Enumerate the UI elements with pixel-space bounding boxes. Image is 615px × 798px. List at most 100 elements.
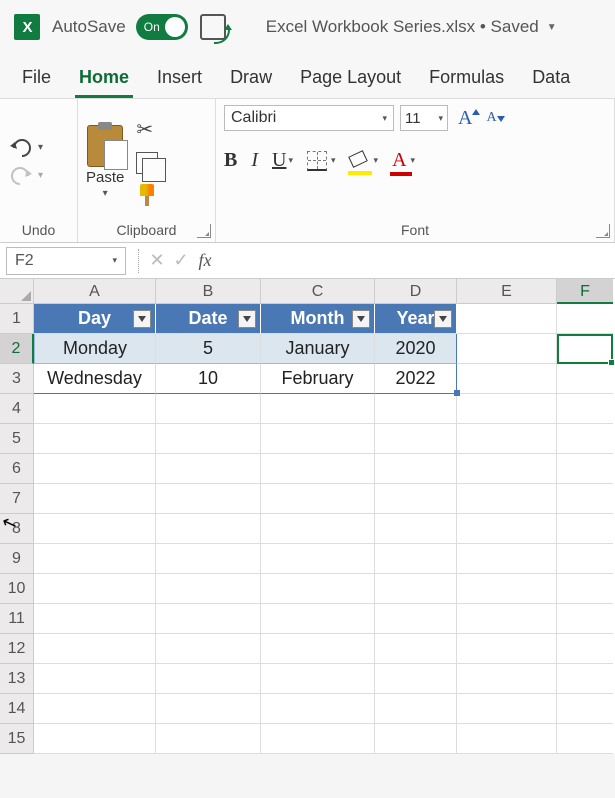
cell[interactable] xyxy=(557,364,613,394)
dialog-launcher-icon[interactable] xyxy=(197,224,211,238)
col-header-D[interactable]: D xyxy=(375,279,457,304)
chevron-down-icon[interactable]: ▾ xyxy=(103,188,108,199)
tab-data[interactable]: Data xyxy=(528,63,574,98)
tab-insert[interactable]: Insert xyxy=(153,63,206,98)
cell[interactable] xyxy=(156,514,261,544)
borders-button[interactable]: ▾ xyxy=(307,151,336,171)
cell[interactable] xyxy=(34,424,156,454)
format-painter-button[interactable] xyxy=(136,184,160,206)
cell-C2[interactable]: January xyxy=(261,334,375,364)
chevron-down-icon[interactable]: ▾ xyxy=(110,255,117,266)
chevron-down-icon[interactable]: ▼ xyxy=(547,22,557,33)
cell[interactable] xyxy=(375,394,457,424)
select-all-corner[interactable] xyxy=(0,279,34,304)
tab-draw[interactable]: Draw xyxy=(226,63,276,98)
cell[interactable] xyxy=(156,544,261,574)
cell[interactable] xyxy=(375,724,457,754)
font-name-combo[interactable]: Calibri ▾ xyxy=(224,105,394,131)
document-title[interactable]: Excel Workbook Series.xlsx • Saved ▼ xyxy=(238,17,601,37)
cell[interactable] xyxy=(457,334,557,364)
cell[interactable] xyxy=(156,664,261,694)
cell[interactable] xyxy=(557,574,613,604)
cell[interactable] xyxy=(375,664,457,694)
cell[interactable] xyxy=(457,364,557,394)
cell[interactable] xyxy=(156,574,261,604)
row-header[interactable]: 3 xyxy=(0,364,34,394)
cell[interactable] xyxy=(557,454,613,484)
cell[interactable] xyxy=(457,484,557,514)
cell-D2[interactable]: 2020 xyxy=(375,334,457,364)
cell[interactable] xyxy=(156,424,261,454)
cell[interactable] xyxy=(375,514,457,544)
name-box[interactable]: F2 ▾ xyxy=(6,247,126,275)
cell[interactable] xyxy=(34,574,156,604)
font-size-combo[interactable]: 11 ▾ xyxy=(400,105,448,131)
row-header[interactable]: 6 xyxy=(0,454,34,484)
col-header-A[interactable]: A xyxy=(34,279,156,304)
cell[interactable] xyxy=(375,574,457,604)
bold-button[interactable]: B xyxy=(224,149,237,172)
cell[interactable] xyxy=(557,724,613,754)
cell-C3[interactable]: February xyxy=(261,364,375,394)
save-icon[interactable] xyxy=(200,14,226,40)
col-header-C[interactable]: C xyxy=(261,279,375,304)
worksheet[interactable]: A B C D E F 1 Day Date Month Year 2 Mond… xyxy=(0,279,615,754)
cell[interactable] xyxy=(261,694,375,724)
table-header-month[interactable]: Month xyxy=(261,304,375,334)
chevron-down-icon[interactable]: ▾ xyxy=(38,170,43,181)
cell[interactable] xyxy=(156,604,261,634)
cell[interactable] xyxy=(156,484,261,514)
cell[interactable] xyxy=(375,454,457,484)
decrease-font-size-button[interactable]: A xyxy=(482,110,500,126)
cell[interactable] xyxy=(557,514,613,544)
cell[interactable] xyxy=(457,664,557,694)
cell[interactable] xyxy=(261,664,375,694)
tab-home[interactable]: Home xyxy=(75,63,133,98)
cell-A3[interactable]: Wednesday xyxy=(34,364,156,394)
row-header[interactable]: 13 xyxy=(0,664,34,694)
row-header[interactable]: 10 xyxy=(0,574,34,604)
formula-input[interactable] xyxy=(217,247,615,275)
cell[interactable] xyxy=(261,574,375,604)
cell[interactable] xyxy=(557,664,613,694)
row-header[interactable]: 4 xyxy=(0,394,34,424)
cell[interactable] xyxy=(375,544,457,574)
table-header-date[interactable]: Date xyxy=(156,304,261,334)
tab-page-layout[interactable]: Page Layout xyxy=(296,63,405,98)
chevron-down-icon[interactable]: ▾ xyxy=(436,113,443,124)
cell[interactable] xyxy=(34,664,156,694)
cell[interactable] xyxy=(156,724,261,754)
cell[interactable] xyxy=(34,454,156,484)
cell[interactable] xyxy=(375,694,457,724)
undo-button[interactable]: ▾ xyxy=(8,138,43,158)
chevron-down-icon[interactable]: ▾ xyxy=(286,155,293,166)
cell-D3[interactable]: 2022 xyxy=(375,364,457,394)
cell[interactable] xyxy=(261,454,375,484)
row-header[interactable]: 9 xyxy=(0,544,34,574)
cell[interactable] xyxy=(457,514,557,544)
dialog-launcher-icon[interactable] xyxy=(596,224,610,238)
insert-function-button[interactable]: fx xyxy=(193,250,217,271)
cell[interactable] xyxy=(34,544,156,574)
cell[interactable] xyxy=(156,454,261,484)
cell[interactable] xyxy=(156,634,261,664)
row-header[interactable]: 15 xyxy=(0,724,34,754)
row-header[interactable]: 14 xyxy=(0,694,34,724)
cell[interactable] xyxy=(557,604,613,634)
redo-button[interactable]: ▾ xyxy=(8,166,43,186)
cell[interactable] xyxy=(457,544,557,574)
cell[interactable] xyxy=(457,304,557,334)
cell[interactable] xyxy=(261,604,375,634)
cell[interactable] xyxy=(557,484,613,514)
fill-color-button[interactable]: ▾ xyxy=(350,153,379,169)
cell-B2[interactable]: 5 xyxy=(156,334,261,364)
cell[interactable] xyxy=(457,454,557,484)
cell[interactable] xyxy=(375,604,457,634)
font-color-button[interactable]: A ▾ xyxy=(392,149,415,172)
filter-dropdown-icon[interactable] xyxy=(133,310,151,328)
cell[interactable] xyxy=(457,394,557,424)
cell[interactable] xyxy=(34,694,156,724)
col-header-F[interactable]: F xyxy=(557,279,613,304)
cell[interactable] xyxy=(557,424,613,454)
copy-button[interactable]: ▾ xyxy=(136,152,166,174)
